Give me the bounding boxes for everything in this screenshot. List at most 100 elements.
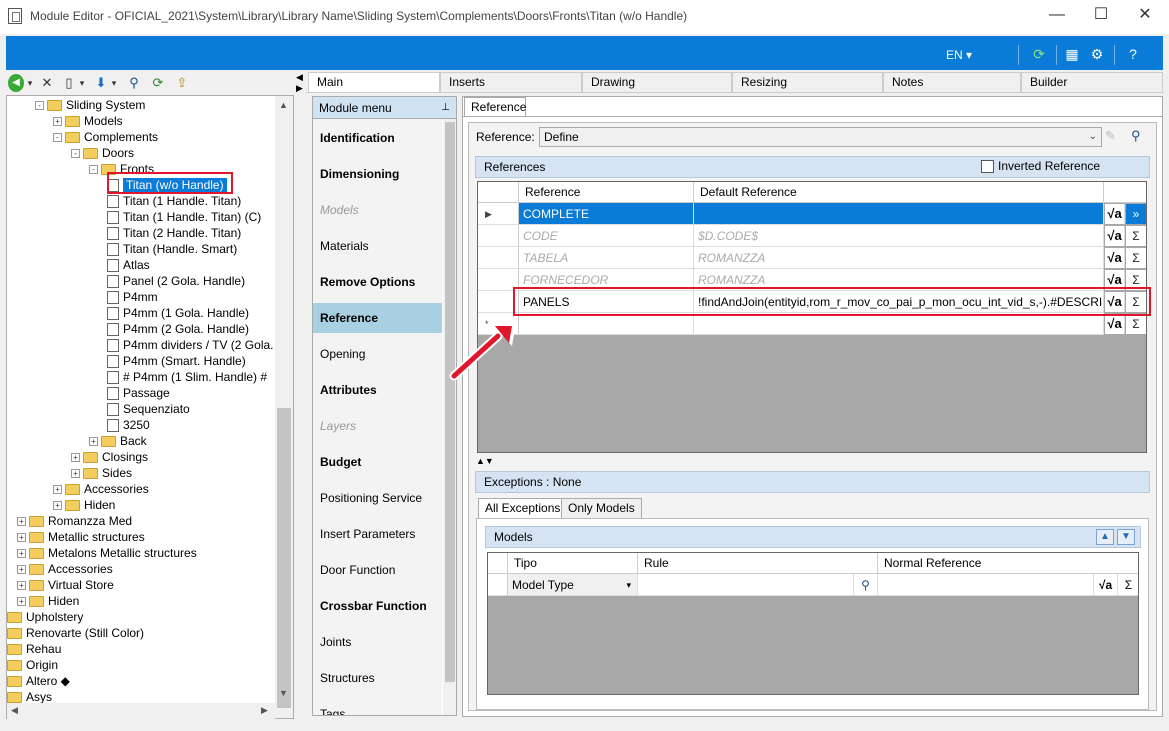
module-menu-item[interactable]: Joints bbox=[313, 627, 442, 657]
back-icon[interactable]: ◀ bbox=[8, 74, 24, 92]
formula-icon[interactable]: √a bbox=[1105, 248, 1125, 268]
module-menu-item[interactable]: Dimensioning bbox=[313, 159, 442, 189]
expand-icon[interactable]: » bbox=[1126, 204, 1146, 224]
tab-drawing[interactable]: Drawing bbox=[582, 72, 732, 93]
tab-only-models[interactable]: Only Models bbox=[561, 498, 642, 519]
tree-folder-item[interactable]: + Back bbox=[89, 433, 147, 449]
table-row[interactable]: * √a Σ bbox=[478, 313, 1146, 335]
table-row[interactable]: ▶ COMPLETE √a» bbox=[478, 203, 1146, 225]
panel-toggle-icon[interactable]: ◀ ▶ bbox=[296, 72, 306, 93]
reference-cell[interactable]: TABELA bbox=[519, 247, 694, 269]
tree-folder-item[interactable]: + Accessories bbox=[53, 481, 149, 497]
collapse-icon[interactable]: - bbox=[89, 165, 98, 175]
tree-document-item[interactable]: P4mm (2 Gola. Handle) bbox=[107, 321, 249, 337]
binoculars-icon[interactable]: ⚲ bbox=[1131, 128, 1151, 146]
maximize-button[interactable]: ☐ bbox=[1086, 4, 1116, 28]
module-menu-item[interactable]: Budget bbox=[313, 447, 442, 477]
tree-document-item[interactable]: Titan (2 Handle. Titan) bbox=[107, 225, 241, 241]
tab-reference[interactable]: Reference bbox=[464, 97, 526, 117]
tab-builder[interactable]: Builder bbox=[1021, 72, 1163, 93]
close-icon[interactable]: ✕ bbox=[40, 74, 54, 92]
module-menu-item[interactable]: Models bbox=[313, 195, 442, 225]
inverted-reference-checkbox[interactable] bbox=[981, 160, 994, 173]
refresh-tree-icon[interactable]: ⟳ bbox=[150, 74, 166, 92]
module-menu-item[interactable]: Opening bbox=[313, 339, 442, 369]
tree-document-item[interactable]: P4mm (1 Gola. Handle) bbox=[107, 305, 249, 321]
move-up-button[interactable]: ▲ bbox=[1096, 529, 1114, 545]
binoculars-icon[interactable]: ⚲ bbox=[854, 574, 878, 596]
formula-icon[interactable]: √a bbox=[1105, 314, 1125, 334]
module-menu-item[interactable]: Insert Parameters bbox=[313, 519, 442, 549]
binoculars-icon[interactable]: ⚲ bbox=[126, 74, 142, 92]
language-selector[interactable]: EN ▾ bbox=[946, 48, 972, 62]
scroll-right-icon[interactable]: ▶ bbox=[261, 705, 268, 716]
tab-main[interactable]: Main bbox=[308, 72, 440, 93]
formula-icon[interactable]: √a bbox=[1105, 204, 1125, 224]
sigma-icon[interactable]: Σ bbox=[1126, 314, 1146, 334]
normal-reference-cell[interactable] bbox=[878, 574, 1094, 596]
table-row[interactable]: CODE $D.CODE$ √a Σ bbox=[478, 225, 1146, 247]
expand-icon[interactable]: + bbox=[71, 453, 80, 463]
module-menu-item[interactable]: Layers bbox=[313, 411, 442, 441]
column-header-default-reference[interactable]: Default Reference bbox=[694, 182, 1104, 203]
default-reference-cell[interactable] bbox=[694, 203, 1104, 225]
expand-icon[interactable]: + bbox=[17, 565, 26, 575]
tree-folder-item[interactable]: + Metalons Metallic structures bbox=[17, 545, 197, 561]
move-dropdown-icon[interactable]: ▾ bbox=[110, 74, 118, 92]
expand-icon[interactable]: + bbox=[53, 117, 62, 127]
module-menu-item[interactable]: Positioning Service bbox=[313, 483, 442, 513]
settings-icon[interactable]: ⚙ bbox=[1088, 45, 1106, 63]
tree-scroll-thumb[interactable] bbox=[277, 408, 291, 708]
module-menu-item[interactable]: Remove Options bbox=[313, 267, 442, 297]
tree-document-item[interactable]: P4mm dividers / TV (2 Gola. H bbox=[107, 337, 286, 353]
tree-folder-item[interactable]: + Sides bbox=[71, 465, 132, 481]
formula-icon[interactable]: √a bbox=[1105, 226, 1125, 246]
tree-vertical-scrollbar[interactable]: ▲ ▼ bbox=[275, 96, 293, 718]
tree-folder-item[interactable]: + Virtual Store bbox=[17, 577, 114, 593]
tipo-select[interactable]: Model Type ▾ bbox=[508, 574, 638, 596]
module-menu-item[interactable]: Door Function bbox=[313, 555, 442, 585]
tree-document-item[interactable]: Titan (Handle. Smart) bbox=[107, 241, 237, 257]
eraser-icon[interactable]: ✎ bbox=[1105, 128, 1125, 146]
tab-notes[interactable]: Notes bbox=[883, 72, 1021, 93]
tree-folder-item[interactable]: + Closings bbox=[71, 449, 148, 465]
chevron-down-icon[interactable]: ▾ bbox=[626, 574, 631, 595]
tree-document-item[interactable]: P4mm bbox=[107, 289, 158, 305]
collapse-icon[interactable]: - bbox=[35, 101, 44, 111]
tree-document-item[interactable]: 3250 bbox=[107, 417, 150, 433]
column-header-reference[interactable]: Reference bbox=[519, 182, 694, 203]
formula-icon[interactable]: √a bbox=[1094, 574, 1118, 596]
tree-document-item[interactable]: Sequenziato bbox=[107, 401, 190, 417]
default-reference-cell[interactable]: ROMANZZA bbox=[694, 247, 1104, 269]
grid-view-icon[interactable]: ▦ bbox=[1063, 45, 1081, 63]
table-row[interactable]: TABELA ROMANZZA √a Σ bbox=[478, 247, 1146, 269]
splitter-icon[interactable]: ▲▼ bbox=[476, 456, 496, 468]
tab-all-exceptions[interactable]: All Exceptions bbox=[478, 498, 568, 519]
sigma-icon[interactable]: Σ bbox=[1118, 574, 1138, 596]
help-icon[interactable]: ? bbox=[1124, 45, 1142, 63]
sigma-icon[interactable]: Σ bbox=[1126, 248, 1146, 268]
tab-resizing[interactable]: Resizing bbox=[732, 72, 883, 93]
module-menu-item[interactable]: Attributes bbox=[313, 375, 442, 405]
row-header[interactable] bbox=[478, 225, 519, 247]
default-reference-cell[interactable]: $D.CODE$ bbox=[694, 225, 1104, 247]
close-window-button[interactable]: ✕ bbox=[1130, 4, 1160, 28]
row-header[interactable] bbox=[478, 247, 519, 269]
expand-icon[interactable]: + bbox=[17, 597, 26, 607]
expand-icon[interactable]: + bbox=[17, 517, 26, 527]
expand-icon[interactable]: + bbox=[17, 549, 26, 559]
pin-icon[interactable]: ⊥ bbox=[441, 97, 450, 119]
reference-cell[interactable]: CODE bbox=[519, 225, 694, 247]
column-header-rule[interactable]: Rule bbox=[638, 553, 878, 574]
tree-document-item[interactable]: Atlas bbox=[107, 257, 150, 273]
tree-folder-item[interactable]: + Hiden bbox=[17, 593, 79, 609]
tab-inserts[interactable]: Inserts bbox=[440, 72, 582, 93]
reference-cell[interactable]: COMPLETE bbox=[519, 203, 694, 225]
rule-cell[interactable] bbox=[638, 574, 854, 596]
module-menu-item[interactable]: Structures bbox=[313, 663, 442, 693]
tree-folder-item[interactable]: + Romanzza Med bbox=[17, 513, 132, 529]
expand-icon[interactable]: + bbox=[53, 485, 62, 495]
row-header[interactable]: ▶ bbox=[478, 203, 519, 225]
refresh-icon[interactable]: ⟳ bbox=[1030, 45, 1048, 63]
tree-folder-item[interactable]: Altero ◆ bbox=[7, 673, 70, 689]
